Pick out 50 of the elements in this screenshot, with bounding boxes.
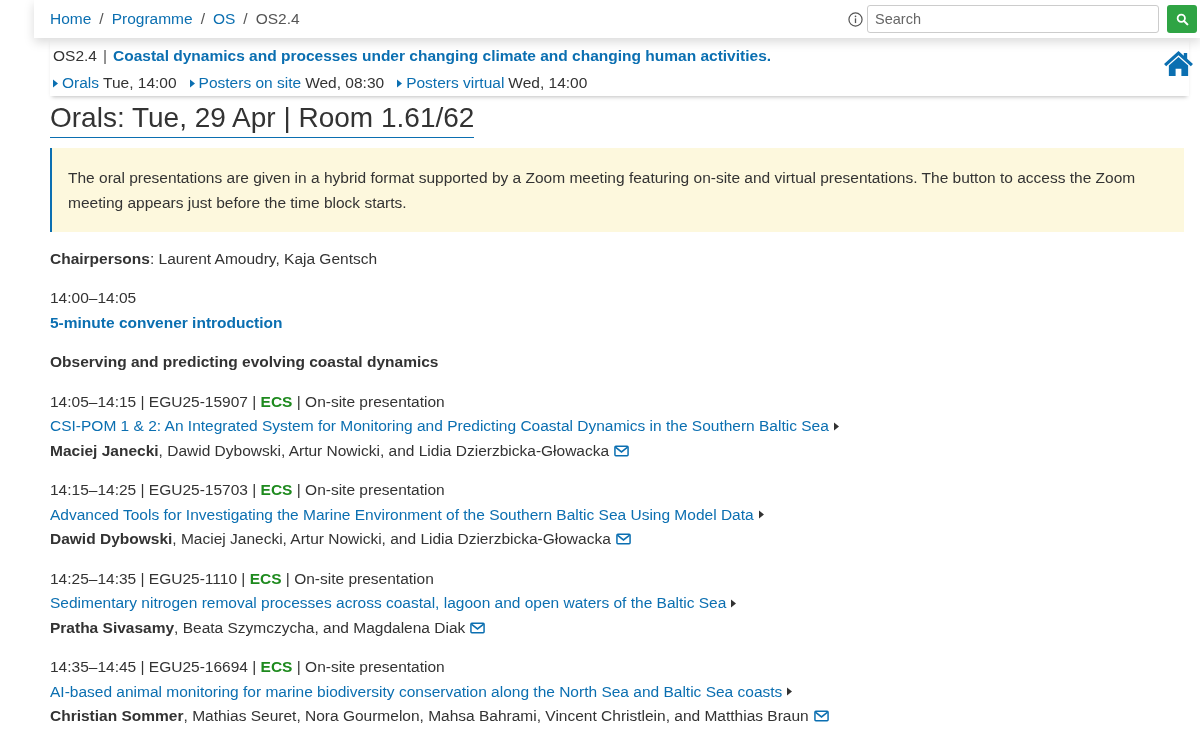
- notice-text: The oral presentations are given in a hybrid format supported by a Zoom meeting featuring on-site and virtual presentations. The button to access the Zoom meeting appears just before the time block starts.: [50, 148, 1184, 232]
- mail-icon[interactable]: [813, 710, 829, 723]
- session-nav-link[interactable]: Posters on site: [198, 71, 302, 95]
- chairpersons-text: Chairpersons: Laurent Amoudry, Kaja Gentsch: [50, 249, 379, 269]
- caret-icon: [53, 78, 58, 88]
- authors-text: Dawid Dybowski, Maciej Janecki, Artur Nowicki, and Lidia Dzierzbicka-Głowacka: [50, 529, 611, 549]
- session-title-link[interactable]: Coastal dynamics and processes under changing climate and changing human activities.: [113, 44, 772, 68]
- search-icon: [1175, 12, 1189, 26]
- breadcrumb-link[interactable]: OS: [212, 10, 236, 28]
- mail-icon[interactable]: [614, 444, 630, 457]
- presentation-link[interactable]: 5-minute convener introduction: [50, 313, 283, 331]
- home-icon[interactable]: [1163, 50, 1194, 77]
- separator: |: [102, 46, 107, 66]
- breadcrumb-link[interactable]: Programme: [111, 10, 193, 28]
- info-icon[interactable]: [848, 11, 863, 27]
- authors-text: Maciej Janecki, Dawid Dybowski, Artur Nowicki, and Lidia Dzierzbicka-Głowacka: [50, 440, 610, 461]
- breadcrumb-separator: /: [99, 10, 104, 28]
- session-time: Tue, 14:00: [103, 73, 177, 93]
- breadcrumb-current: OS2.4: [255, 10, 300, 28]
- search-field[interactable]: Search: [867, 5, 1159, 33]
- session-nav-link[interactable]: Orals: [62, 71, 100, 95]
- presentation-link[interactable]: AI-based animal monitoring for marine biodiversity conservation along the North Sea and Baltic Sea coasts: [50, 679, 783, 704]
- session-code: OS2.4: [53, 46, 97, 66]
- time-text: 14:00–14:05: [50, 288, 138, 308]
- search-button[interactable]: [1167, 5, 1197, 33]
- caret-icon[interactable]: [787, 687, 793, 697]
- presentation-meta: 14:25–14:35 | EGU25-1110 | ECS | On-site presentation: [50, 568, 435, 589]
- presentation-meta: 14:05–14:15 | EGU25-15907 | ECS | On-site presentation: [50, 391, 446, 412]
- presentation-meta: 14:35–14:45 | EGU25-16694 | ECS | On-site presentation: [50, 657, 446, 677]
- block-title: Observing and predicting evolving coastal dynamics: [50, 352, 440, 372]
- breadcrumb-link[interactable]: Home: [50, 10, 92, 28]
- mail-icon[interactable]: [470, 621, 486, 634]
- caret-icon: [397, 78, 403, 88]
- authors-text: Pratha Sivasamy, Beata Szymczycha, and Magdalena Diak: [50, 617, 466, 638]
- session-time: Wed, 14:00: [508, 73, 588, 93]
- caret-icon[interactable]: [758, 510, 764, 520]
- session-nav-link[interactable]: Posters virtual: [406, 71, 505, 95]
- caret-icon: [189, 78, 195, 88]
- caret-icon[interactable]: [833, 421, 839, 431]
- session-time: Wed, 08:30: [305, 73, 385, 93]
- authors-text: Christian Sommer, Mathias Seuret, Nora Gourmelon, Mahsa Bahrami, Vincent Christlein, and Matthias Braun: [50, 706, 809, 726]
- presentation-link[interactable]: Advanced Tools for Investigating the Marine Environment of the Southern Baltic Sea Using Model Data: [50, 502, 754, 527]
- page-heading: Orals: Tue, 29 Apr | Room 1.61/62: [50, 100, 475, 138]
- presentation-meta: 14:15–14:25 | EGU25-15703 | ECS | On-site presentation: [50, 480, 446, 500]
- mail-icon[interactable]: [615, 533, 631, 546]
- presentation-link[interactable]: Sedimentary nitrogen removal processes across coastal, lagoon and open waters of the Baltic Sea: [50, 591, 727, 616]
- caret-icon[interactable]: [731, 598, 737, 608]
- presentation-link[interactable]: CSI-POM 1 & 2: An Integrated System for Monitoring and Predicting Coastal Dynamics in the Southern Baltic Sea: [50, 414, 829, 439]
- breadcrumb-separator: /: [200, 10, 205, 28]
- breadcrumb-separator: /: [243, 10, 248, 28]
